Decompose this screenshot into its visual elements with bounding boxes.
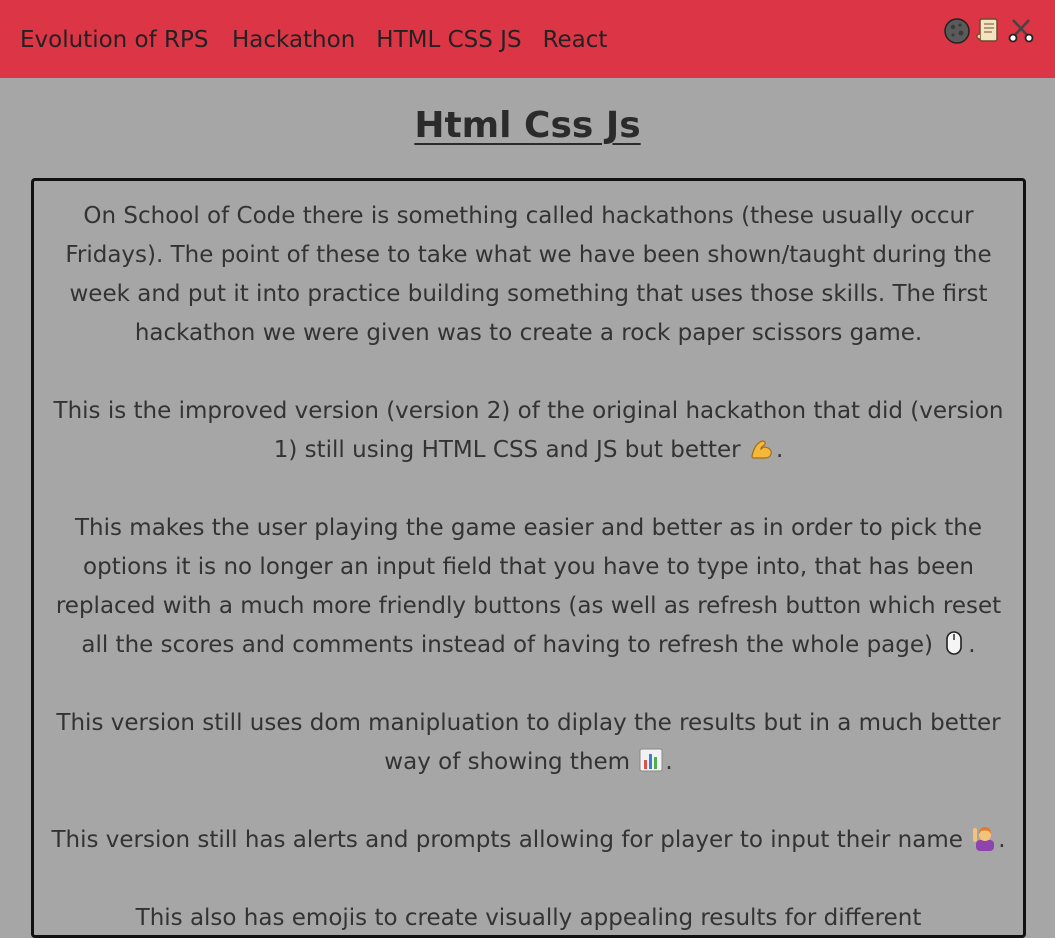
nav-link-html-css-js[interactable]: HTML CSS JS (376, 26, 521, 54)
content-card: On School of Code there is something cal… (31, 178, 1026, 938)
paragraph-version: This is the improved version (version 2)… (53, 398, 1004, 463)
person-raising-hand-icon (973, 827, 995, 851)
paper-scroll-icon (976, 18, 998, 42)
nav-links: Hackathon HTML CSS JS React (232, 26, 607, 54)
scissors-icon (1008, 19, 1034, 43)
navbar: Evolution of RPS Hackathon HTML CSS JS R… (0, 0, 1055, 78)
nav-link-react[interactable]: React (543, 26, 608, 54)
bar-chart-icon (639, 748, 663, 772)
paragraph-dom: This version still uses dom manipluation… (56, 710, 1001, 775)
paragraph-emojis: This also has emojis to create visually … (135, 905, 922, 931)
flexed-biceps-icon (751, 440, 772, 459)
paragraph-buttons: This makes the user playing the game eas… (55, 515, 1002, 658)
nav-link-hackathon[interactable]: Hackathon (232, 26, 355, 54)
rock-icon (944, 18, 970, 44)
brand-link[interactable]: Evolution of RPS (20, 26, 208, 54)
paragraph-intro: On School of Code there is something cal… (65, 203, 992, 346)
paragraph-alerts: This version still has alerts and prompt… (46, 821, 1011, 860)
page-title: Html Css Js (414, 105, 641, 146)
nav-icons (943, 16, 1035, 44)
computer-mouse-icon (946, 631, 963, 655)
